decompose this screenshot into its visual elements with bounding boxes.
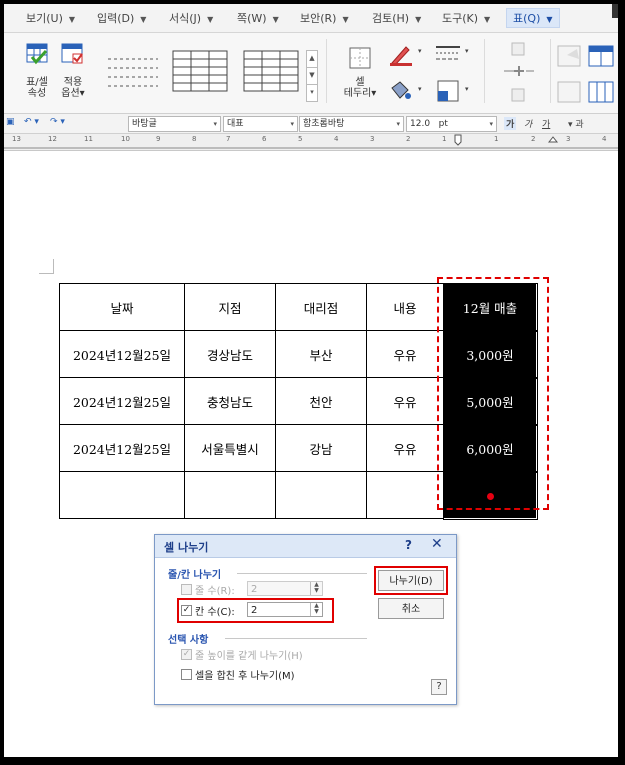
table-cell[interactable] [59, 471, 185, 519]
table-cell[interactable]: 경상남도 [184, 330, 276, 378]
table-props-icon [26, 43, 48, 65]
cell-border-icon [349, 47, 371, 69]
header-cell[interactable]: 대리점 [275, 283, 367, 331]
menu-bar: 보기(U) ▼ 입력(D) ▼ 서식(J) ▼ 쪽(W) ▼ 보안(R) ▼ 검토(H) ▼… [4, 4, 618, 33]
table-cell[interactable] [184, 471, 276, 519]
line-style-icon[interactable] [434, 43, 462, 65]
table-cell[interactable]: 천안 [275, 377, 367, 425]
selection-highlight [437, 277, 549, 510]
cell-split-2-icon[interactable] [557, 81, 581, 103]
font-size-input[interactable]: 12.0 pt ▾ [406, 116, 497, 132]
table-style-dashed[interactable] [106, 53, 160, 93]
style-select[interactable]: 바탕글 ▾ [128, 116, 221, 132]
split-highlight-box [374, 566, 448, 595]
ribbon-divider-2 [484, 39, 485, 103]
equal-height-checkbox[interactable]: ✓ [181, 649, 192, 660]
cancel-button[interactable]: 취소 [378, 598, 444, 619]
rows-checkbox[interactable] [181, 584, 192, 595]
page-margin-corner [39, 259, 54, 274]
table-cell[interactable]: 서울특별시 [184, 424, 276, 472]
close-icon[interactable]: ✕ [431, 536, 443, 552]
table-cell[interactable]: 우유 [366, 424, 444, 472]
view-icon[interactable]: ▣ [6, 117, 15, 127]
menu-table[interactable]: 표(Q) ▼ [506, 8, 560, 28]
pen-color-dropdown[interactable]: ▾ [418, 47, 422, 55]
merge-first-label: 셀을 합친 후 나누기(M) [195, 671, 295, 682]
format-toolbar: ▣ ↶ ▾ ↷ ▾ 바탕글 ▾ 대표 ▾ 함초롬바탕 ▾ 12.0 pt ▾ 가 가 가… [4, 114, 618, 134]
header-cell[interactable]: 내용 [366, 283, 444, 331]
table-cell[interactable]: 2024년12월25일 [59, 377, 185, 425]
rows-label: 줄 수(R): [195, 586, 235, 597]
cell-split-icon[interactable] [588, 45, 614, 67]
split-cell-dialog: 셀 나누기 ? ✕ 줄/칸 나누기 줄 수(R): 2 ▲ ▼ ✓ 칸 수(C): … [154, 534, 457, 705]
ribbon-divider [326, 39, 327, 103]
menu-tools[interactable]: 도구(K) ▼ [442, 10, 490, 26]
gallery-more-button[interactable]: ▾ [306, 84, 318, 102]
table-cell[interactable]: 충청남도 [184, 377, 276, 425]
insert-above-icon[interactable] [510, 41, 526, 57]
rows-input[interactable]: 2 ▲ ▼ [247, 581, 323, 596]
ruler[interactable]: 13 12 11 10 9 8 7 6 5 4 3 2 1 1 2 3 4 [4, 134, 618, 151]
table-cell[interactable]: 우유 [366, 330, 444, 378]
group-options-label: 선택 사항 [168, 635, 209, 646]
redo-icon[interactable]: ↷ ▾ [50, 117, 65, 127]
font-select[interactable]: 함초롬바탕 ▾ [299, 116, 404, 132]
undo-icon[interactable]: ↶ ▾ [24, 117, 39, 127]
help-icon[interactable]: ? [405, 538, 412, 552]
table-cell[interactable]: 2024년12월25일 [59, 330, 185, 378]
dialog-titlebar: 셀 나누기 ? ✕ [155, 535, 456, 558]
header-cell[interactable]: 날짜 [59, 283, 185, 331]
cell-split-3-icon[interactable] [588, 81, 614, 103]
cell-shade-icon[interactable] [437, 80, 459, 102]
menu-security[interactable]: 보안(R) ▼ [300, 10, 349, 26]
table-cell[interactable] [366, 471, 444, 519]
app-window: 보기(U) ▼ 입력(D) ▼ 서식(J) ▼ 쪽(W) ▼ 보안(R) ▼ 검토(H) ▼… [4, 4, 618, 757]
cols-highlight-box [177, 598, 334, 623]
table-cell[interactable]: 우유 [366, 377, 444, 425]
ribbon-divider-3 [550, 39, 551, 103]
table-cell[interactable]: 부산 [275, 330, 367, 378]
equal-height-label: 줄 높이를 같게 나누기(H) [195, 651, 303, 662]
line-style-dropdown[interactable]: ▾ [465, 47, 469, 55]
fill-color-icon[interactable] [388, 80, 412, 102]
group-divider-2 [225, 638, 367, 639]
ruler-ticks [4, 134, 618, 149]
insert-below-icon[interactable] [510, 87, 526, 103]
table-cell[interactable] [275, 471, 367, 519]
italic-button[interactable]: 가 [524, 117, 532, 130]
bold-button[interactable]: 가 [504, 117, 517, 130]
menu-page[interactable]: 쪽(W) ▼ [237, 10, 279, 26]
dialog-title: 셀 나누기 [164, 541, 209, 554]
menu-view[interactable]: 보기(U) ▼ [26, 10, 75, 26]
char-more-button[interactable]: ▾ 과 [568, 117, 584, 130]
menu-insert[interactable]: 입력(D) ▼ [97, 10, 146, 26]
cell-merge-icon[interactable] [557, 45, 581, 67]
table-cell[interactable]: 강남 [275, 424, 367, 472]
insert-cell-icon[interactable] [502, 63, 536, 79]
ribbon: 표/셀 속성 적용 옵션▾ ▲ ▼ ▾ 셀 테두리▾ ▾ ▾ ▾ ▾ [4, 33, 618, 114]
table-cell[interactable]: 2024년12월25일 [59, 424, 185, 472]
fill-color-dropdown[interactable]: ▾ [418, 85, 422, 93]
cell-shade-dropdown[interactable]: ▾ [465, 85, 469, 93]
indent-marker[interactable] [454, 134, 462, 146]
pen-color-icon[interactable] [388, 43, 414, 67]
para-style-select[interactable]: 대표 ▾ [223, 116, 298, 132]
apply-options-icon [61, 43, 83, 64]
gallery-up-button[interactable]: ▲ [306, 50, 318, 68]
header-cell[interactable]: 지점 [184, 283, 276, 331]
group-divider [237, 573, 367, 574]
table-style-grid-1[interactable] [172, 50, 228, 92]
window-edge [612, 4, 618, 18]
help-button[interactable]: ? [431, 679, 447, 695]
table-style-grid-2[interactable] [243, 50, 299, 92]
menu-format[interactable]: 서식(J) ▼ [169, 10, 213, 26]
gallery-down-button[interactable]: ▼ [306, 67, 318, 85]
merge-first-checkbox[interactable] [181, 669, 192, 680]
underline-button[interactable]: 가 [542, 117, 550, 130]
document-page[interactable]: 날짜 지점 대리점 내용 12월 매출 2024년12월25일 경상남도 부산 … [4, 151, 618, 757]
menu-review[interactable]: 검토(H) ▼ [372, 10, 421, 26]
group-row-col-label: 줄/칸 나누기 [168, 570, 222, 581]
